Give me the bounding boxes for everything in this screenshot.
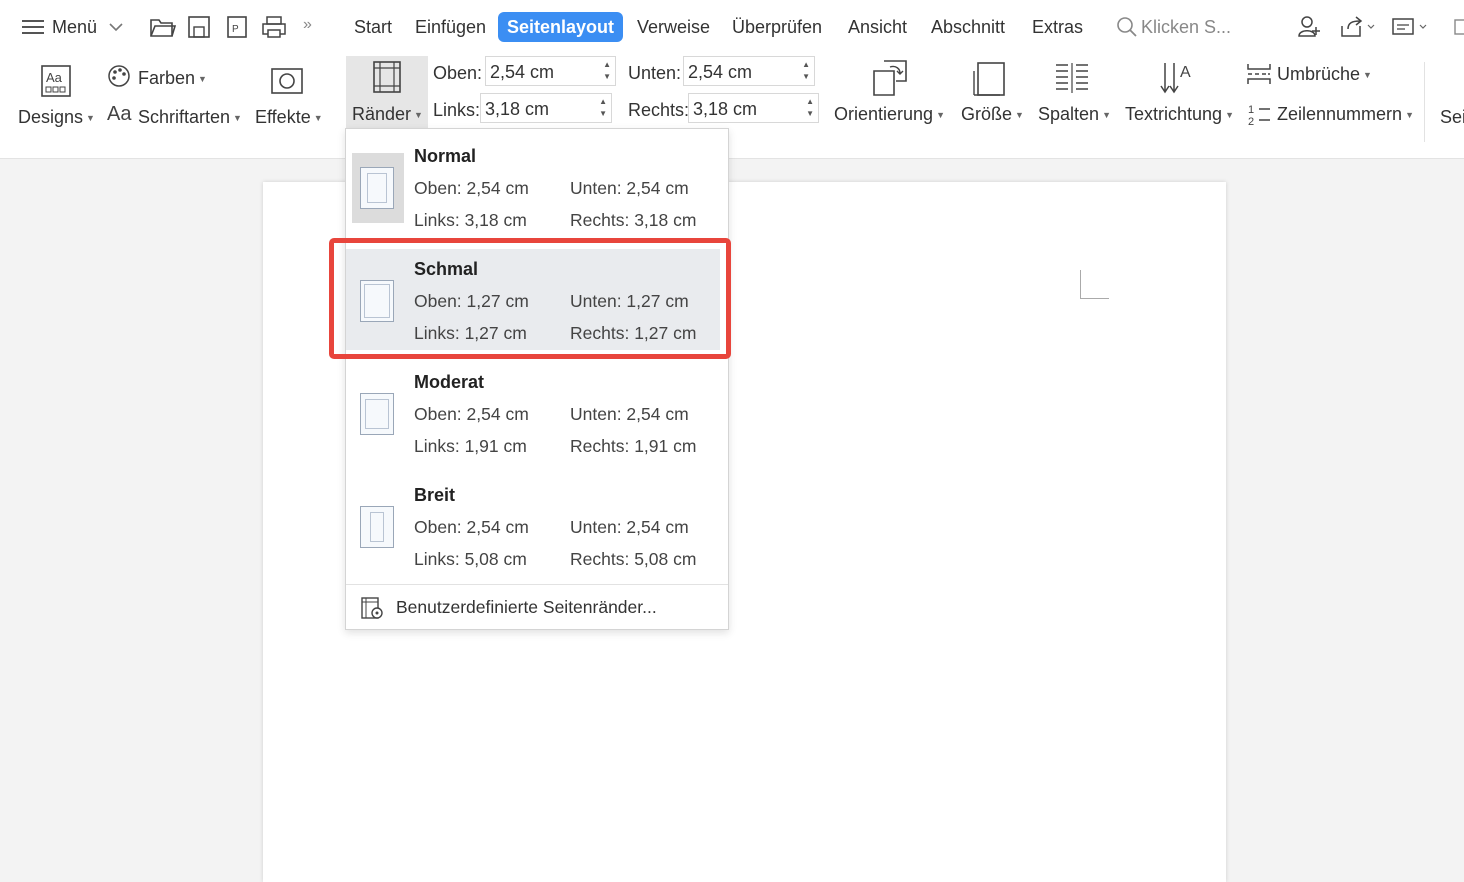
unten-label: Unten: <box>628 63 682 83</box>
links-value: 3,18 cm <box>485 99 550 119</box>
effects-icon[interactable] <box>270 66 304 101</box>
chevron-down-icon[interactable] <box>108 20 124 38</box>
option-rechts: Rechts: 1,91 cm <box>570 436 697 456</box>
tab-seitenlayout[interactable]: Seitenlayout <box>498 12 623 42</box>
option-unten: Unten: 2,54 cm <box>570 178 689 198</box>
orientation-icon[interactable] <box>870 59 910 102</box>
export-pdf-icon[interactable]: P <box>224 14 250 45</box>
page-margins-normal-icon <box>360 167 394 209</box>
schriftarten-button[interactable]: Schriftarten ▼ <box>138 107 242 128</box>
seite-button-partial[interactable]: Sei <box>1440 107 1464 128</box>
search-input[interactable]: Klicken S... <box>1141 17 1231 38</box>
palette-icon[interactable] <box>106 63 132 94</box>
window-icon[interactable] <box>1454 18 1464 41</box>
menu-label[interactable]: Menü <box>52 17 97 38</box>
option-title: Breit <box>414 485 456 505</box>
zeilennummern-button[interactable]: Zeilennummern ▼ <box>1277 104 1414 125</box>
spin-arrows-icon[interactable]: ▲ ▼ <box>802 59 810 83</box>
tab-verweise[interactable]: Verweise <box>637 17 710 38</box>
spin-arrows-icon[interactable]: ▲ ▼ <box>806 96 814 120</box>
option-title: Moderat <box>414 372 485 392</box>
text-direction-icon[interactable]: A <box>1160 59 1196 102</box>
more-icon[interactable]: » <box>303 16 312 34</box>
raender-label: Ränder ▼ <box>352 104 423 124</box>
page-margins-wide-icon <box>360 506 394 548</box>
spalten-button[interactable]: Spalten ▼ <box>1038 104 1111 125</box>
option-oben: Oben: 2,54 cm <box>414 404 529 424</box>
rechts-value: 3,18 cm <box>693 99 758 119</box>
custom-margins-button[interactable]: Benutzerdefinierte Seitenränder... <box>346 584 728 630</box>
size-icon[interactable] <box>972 59 1008 102</box>
option-title: Normal <box>414 146 477 166</box>
option-oben: Oben: 2,54 cm <box>414 178 529 198</box>
tab-abschnitt[interactable]: Abschnitt <box>931 17 1005 38</box>
tab-start[interactable]: Start <box>354 17 392 38</box>
rechts-field[interactable]: 3,18 cm ▲ ▼ <box>688 93 819 123</box>
tab-ueberpruefen[interactable]: Überprüfen <box>732 17 822 38</box>
umbrueche-button[interactable]: Umbrüche ▼ <box>1277 64 1372 85</box>
option-oben: Oben: 2,54 cm <box>414 517 529 537</box>
line-numbers-icon[interactable]: 12 <box>1248 102 1272 131</box>
option-rechts: Rechts: 5,08 cm <box>570 549 697 569</box>
page-margins-moderate-icon <box>360 393 394 435</box>
option-links: Links: 5,08 cm <box>414 549 527 569</box>
margin-corner-mark <box>1080 270 1109 299</box>
svg-text:A: A <box>1180 64 1191 81</box>
svg-text:1: 1 <box>1248 104 1254 116</box>
svg-text:P: P <box>232 24 239 35</box>
oben-field[interactable]: 2,54 cm ▲ ▼ <box>485 56 616 86</box>
margin-option-moderat[interactable]: Moderat Oben: 2,54 cm Unten: 2,54 cm Lin… <box>346 363 728 476</box>
spin-arrows-icon[interactable]: ▲ ▼ <box>603 59 611 83</box>
columns-icon[interactable] <box>1054 61 1092 100</box>
share-icon[interactable] <box>1338 14 1376 45</box>
margin-option-normal[interactable]: Normal Oben: 2,54 cm Unten: 2,54 cm Link… <box>346 137 728 250</box>
oben-label: Oben: <box>433 63 483 83</box>
ribbon-toolbar: Aa Designs ▼ Farben ▼ Aa Schriftarten ▼ Eff… <box>0 56 1464 159</box>
custom-margins-label: Benutzerdefinierte Seitenränder... <box>396 597 657 617</box>
option-rechts: Rechts: 3,18 cm <box>570 210 697 230</box>
comment-icon[interactable] <box>1390 14 1428 45</box>
print-icon[interactable] <box>260 14 288 45</box>
spin-arrows-icon[interactable]: ▲ ▼ <box>599 96 607 120</box>
orientierung-button[interactable]: Orientierung ▼ <box>834 104 945 125</box>
svg-text:Aa: Aa <box>46 70 63 85</box>
margin-option-breit[interactable]: Breit Oben: 2,54 cm Unten: 2,54 cm Links… <box>346 476 728 589</box>
option-links: Links: 3,18 cm <box>414 210 527 230</box>
raender-button[interactable]: Ränder ▼ <box>346 56 428 128</box>
add-user-icon[interactable] <box>1296 14 1322 45</box>
effekte-button[interactable]: Effekte ▼ <box>255 107 323 128</box>
selection-highlight-box <box>329 238 731 359</box>
designs-button[interactable]: Designs ▼ <box>18 107 95 128</box>
font-icon[interactable]: Aa <box>107 103 131 126</box>
tab-einfuegen[interactable]: Einfügen <box>415 17 486 38</box>
option-unten: Unten: 2,54 cm <box>570 517 689 537</box>
search-icon[interactable] <box>1116 16 1138 43</box>
groesse-button[interactable]: Größe ▼ <box>961 104 1024 125</box>
ribbon-divider <box>1424 62 1425 142</box>
links-label: Links: <box>433 100 481 120</box>
tab-extras[interactable]: Extras <box>1032 17 1083 38</box>
rechts-label: Rechts: <box>628 100 690 120</box>
margins-icon <box>372 60 402 99</box>
tab-ansicht[interactable]: Ansicht <box>848 17 907 38</box>
links-field[interactable]: 3,18 cm ▲ ▼ <box>480 93 612 123</box>
breaks-icon[interactable] <box>1246 61 1272 92</box>
unten-value: 2,54 cm <box>688 62 753 82</box>
svg-text:2: 2 <box>1248 116 1254 126</box>
designs-icon[interactable]: Aa <box>40 64 72 103</box>
open-folder-icon[interactable] <box>148 14 177 45</box>
oben-value: 2,54 cm <box>490 62 555 82</box>
option-unten: Unten: 2,54 cm <box>570 404 689 424</box>
custom-margins-icon <box>360 596 384 625</box>
hamburger-icon[interactable] <box>22 18 44 36</box>
farben-button[interactable]: Farben ▼ <box>138 68 207 89</box>
save-icon[interactable] <box>186 14 212 45</box>
option-links: Links: 1,91 cm <box>414 436 527 456</box>
top-menu-bar: Menü P » Start Einfügen Seitenlayout Ver… <box>0 0 1464 56</box>
margins-dropdown: Normal Oben: 2,54 cm Unten: 2,54 cm Link… <box>345 128 729 630</box>
textrichtung-button[interactable]: Textrichtung ▼ <box>1125 104 1234 125</box>
unten-field[interactable]: 2,54 cm ▲ ▼ <box>683 56 815 86</box>
